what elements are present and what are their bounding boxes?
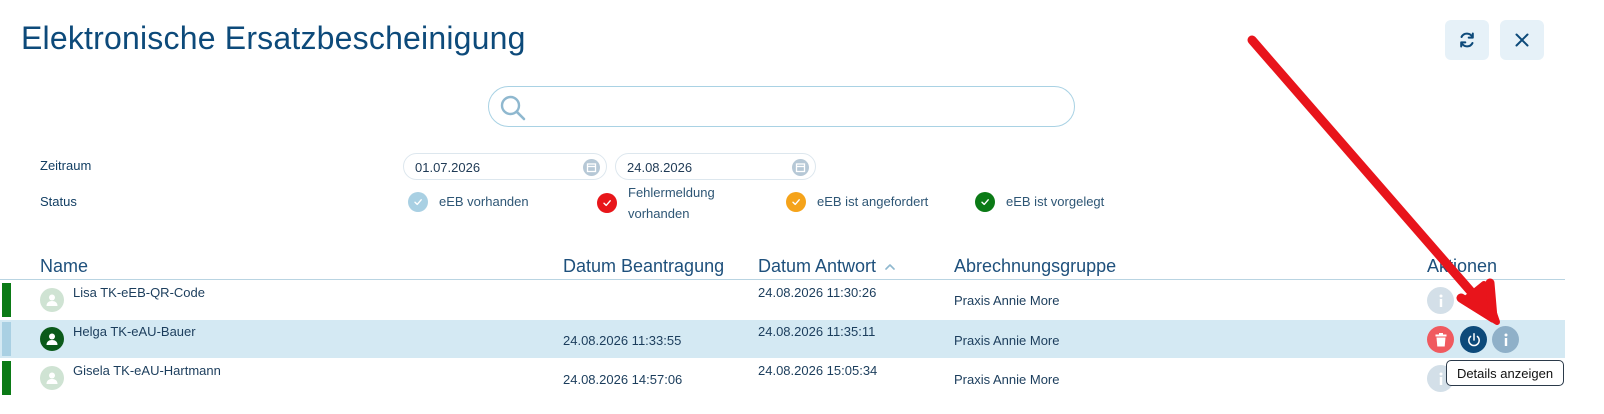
power-button[interactable]	[1460, 326, 1487, 353]
refresh-button[interactable]	[1445, 20, 1489, 60]
close-icon	[1515, 33, 1529, 47]
row-requested: 24.08.2026 11:33:55	[563, 333, 682, 348]
period-label: Zeitraum	[40, 158, 92, 173]
status-label-text: eEB vorhanden	[439, 194, 529, 209]
row-requested: 24.08.2026 14:57:06	[563, 372, 683, 387]
row-name: Lisa TK-eEB-QR-Code	[73, 285, 205, 300]
status-label-text: Fehlermeldung vorhanden	[628, 182, 715, 224]
details-tooltip: Details anzeigen	[1446, 360, 1564, 386]
search-icon	[500, 95, 526, 121]
check-icon	[597, 193, 617, 213]
row-answered: 24.08.2026 11:35:11	[758, 324, 876, 339]
search-input[interactable]	[535, 93, 1055, 121]
status-filter-vorgelegt[interactable]: eEB ist vorgelegt	[975, 191, 1104, 212]
date-to-field[interactable]: 24.08.2026	[615, 153, 816, 180]
status-marker	[2, 283, 11, 317]
column-header-actions: Aktionen	[1427, 256, 1498, 276]
check-icon	[408, 191, 428, 212]
row-answered: 24.08.2026 15:05:34	[758, 363, 878, 378]
info-button[interactable]	[1427, 287, 1454, 314]
date-from-value: 01.07.2026	[415, 160, 481, 175]
status-label: Status	[40, 194, 77, 209]
avatar-icon	[40, 366, 64, 390]
calendar-icon[interactable]	[583, 159, 600, 176]
chevron-up-icon	[885, 264, 895, 270]
status-label-line1: Fehlermeldung	[628, 185, 715, 200]
avatar-icon	[40, 327, 64, 351]
column-header-name[interactable]: Name	[40, 256, 88, 277]
status-marker	[2, 322, 11, 356]
status-filter-fehlermeldung[interactable]: Fehlermeldung vorhanden	[597, 182, 715, 224]
info-button[interactable]	[1492, 326, 1519, 353]
status-label-text: eEB ist vorgelegt	[1006, 194, 1105, 209]
info-icon	[1504, 333, 1507, 346]
column-header-answered-label: Datum Antwort	[758, 256, 877, 276]
table-row-selected[interactable]: Helga TK-eAU-Bauer 24.08.2026 11:33:55 2…	[0, 320, 1565, 358]
row-answered: 24.08.2026 11:30:26	[758, 285, 877, 300]
row-name: Gisela TK-eAU-Hartmann	[73, 363, 221, 378]
status-label-text: eEB ist angefordert	[817, 194, 929, 209]
row-name: Helga TK-eAU-Bauer	[73, 324, 196, 339]
status-label-line2: vorhanden	[628, 206, 690, 221]
row-group: Praxis Annie More	[954, 293, 1060, 308]
date-from-field[interactable]: 01.07.2026	[403, 153, 607, 180]
avatar-icon	[40, 288, 64, 312]
column-header-requested[interactable]: Datum Beantragung	[563, 256, 724, 277]
date-to-value: 24.08.2026	[627, 160, 693, 175]
status-filter-eeb-vorhanden[interactable]: eEB vorhanden	[408, 191, 529, 212]
header-divider	[0, 279, 1565, 280]
status-marker	[2, 361, 11, 395]
power-icon	[1467, 332, 1480, 346]
check-icon	[786, 191, 806, 212]
table-row[interactable]: Gisela TK-eAU-Hartmann 24.08.2026 14:57:…	[0, 359, 1565, 397]
row-group: Praxis Annie More	[954, 333, 1060, 348]
close-button[interactable]	[1500, 20, 1544, 60]
trash-icon	[1435, 332, 1446, 346]
column-header-group[interactable]: Abrechnungsgruppe	[954, 256, 1116, 277]
status-filter-angefordert[interactable]: eEB ist angefordert	[786, 191, 928, 212]
page-title: Elektronische Ersatzbescheinigung	[21, 20, 526, 56]
column-header-answered[interactable]: Datum Antwort	[758, 256, 896, 277]
search-box[interactable]	[488, 86, 1075, 127]
check-icon	[975, 191, 995, 212]
info-icon	[1439, 372, 1442, 385]
row-group: Praxis Annie More	[954, 372, 1060, 387]
refresh-icon	[1460, 32, 1474, 48]
info-icon	[1439, 294, 1442, 307]
table-row[interactable]: Lisa TK-eEB-QR-Code 24.08.2026 11:30:26 …	[0, 281, 1565, 319]
delete-button[interactable]	[1427, 326, 1454, 353]
calendar-icon[interactable]	[792, 159, 809, 176]
